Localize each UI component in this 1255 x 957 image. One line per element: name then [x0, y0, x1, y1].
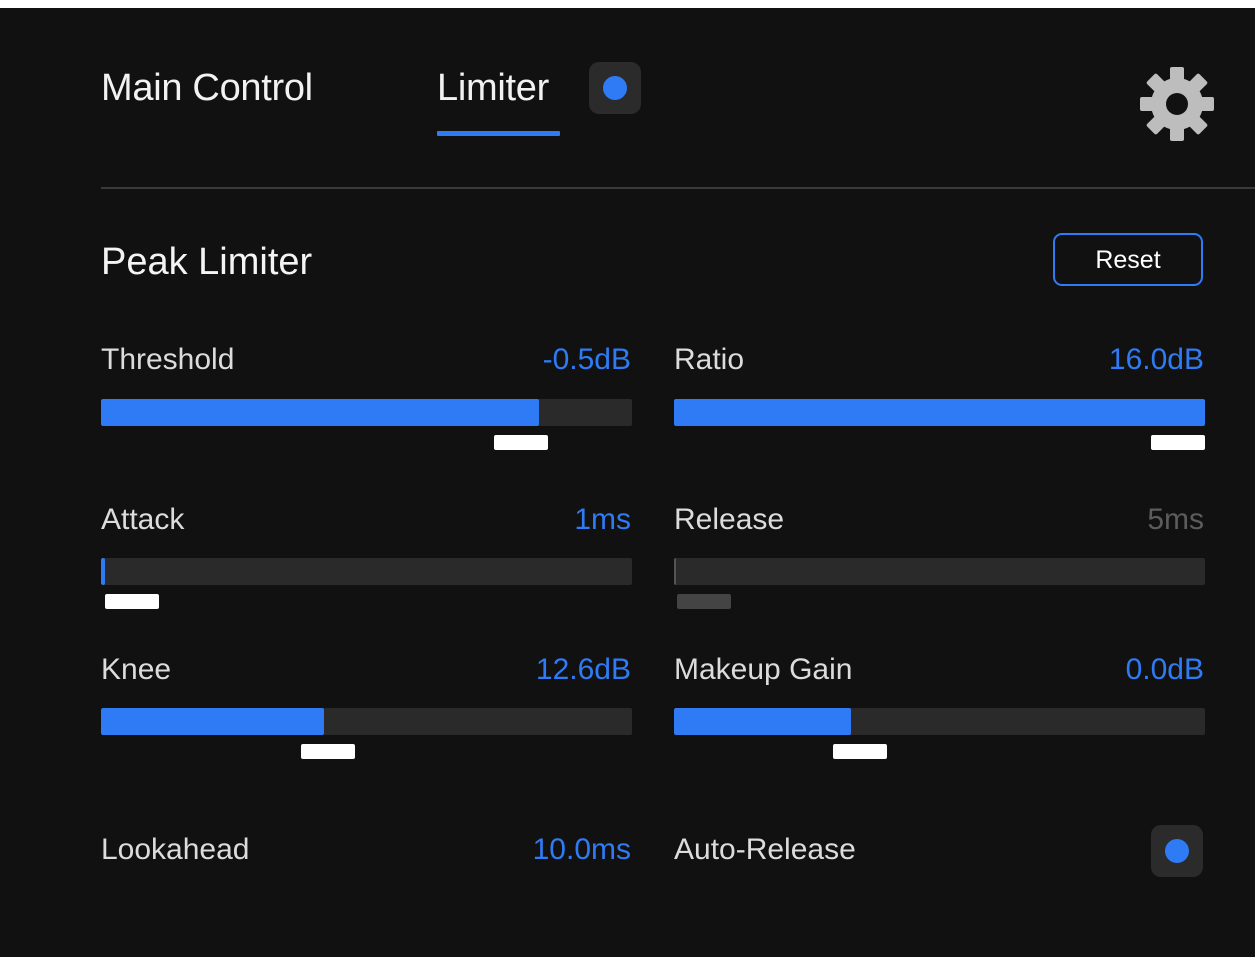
makeup-gain-value: 0.0dB: [1125, 653, 1204, 686]
release-value: 5ms: [1147, 503, 1204, 536]
auto-release-toggle[interactable]: [1151, 825, 1203, 877]
attack-slider[interactable]: [101, 558, 632, 585]
settings-button[interactable]: [1139, 66, 1215, 142]
limiter-panel: Main Control Limiter Peak Limiter Reset …: [0, 0, 1255, 957]
release-slider[interactable]: [674, 558, 1205, 585]
attack-value: 1ms: [574, 503, 631, 536]
knee-label: Knee: [101, 653, 172, 686]
makeup-gain-label: Makeup Gain: [674, 653, 853, 686]
gear-icon: [1140, 67, 1214, 141]
tab-main-control[interactable]: Main Control: [101, 66, 313, 110]
ratio-slider-handle[interactable]: [1151, 435, 1205, 450]
lookahead-value[interactable]: 10.0ms: [431, 832, 631, 868]
makeup-gain-slider[interactable]: [674, 708, 1205, 735]
release-slider-handle[interactable]: [677, 594, 731, 609]
knee-slider-fill: [101, 708, 325, 735]
knee-value: 12.6dB: [535, 653, 631, 686]
toggle-dot-icon: [1165, 839, 1189, 863]
knee-slider-handle[interactable]: [301, 744, 355, 759]
auto-release-label: Auto-Release: [674, 833, 856, 866]
reset-button[interactable]: Reset: [1053, 233, 1203, 286]
attack-slider-fill: [101, 558, 106, 585]
window-top-edge: [0, 0, 1255, 8]
threshold-slider-handle[interactable]: [494, 435, 548, 450]
attack-slider-handle[interactable]: [105, 594, 159, 609]
makeup-gain-slider-handle[interactable]: [833, 744, 887, 759]
makeup-gain-slider-fill: [674, 708, 851, 735]
ratio-slider[interactable]: [674, 399, 1205, 426]
ratio-slider-fill: [674, 399, 1205, 426]
limiter-enable-toggle[interactable]: [589, 62, 641, 114]
threshold-value: -0.5dB: [542, 343, 631, 376]
threshold-label: Threshold: [101, 343, 235, 376]
threshold-slider[interactable]: [101, 399, 632, 426]
ratio-label: Ratio: [674, 343, 745, 376]
threshold-slider-fill: [101, 399, 540, 426]
header-divider: [101, 187, 1255, 189]
release-label: Release: [674, 503, 785, 536]
section-title: Peak Limiter: [101, 241, 313, 283]
toggle-dot-icon: [603, 76, 627, 100]
release-slider-fill: [674, 558, 677, 585]
attack-label: Attack: [101, 503, 185, 536]
knee-slider[interactable]: [101, 708, 632, 735]
lookahead-label: Lookahead: [101, 833, 250, 866]
ratio-value: 16.0dB: [1108, 343, 1204, 376]
active-tab-indicator: [437, 131, 560, 136]
tab-limiter[interactable]: Limiter: [437, 66, 549, 110]
